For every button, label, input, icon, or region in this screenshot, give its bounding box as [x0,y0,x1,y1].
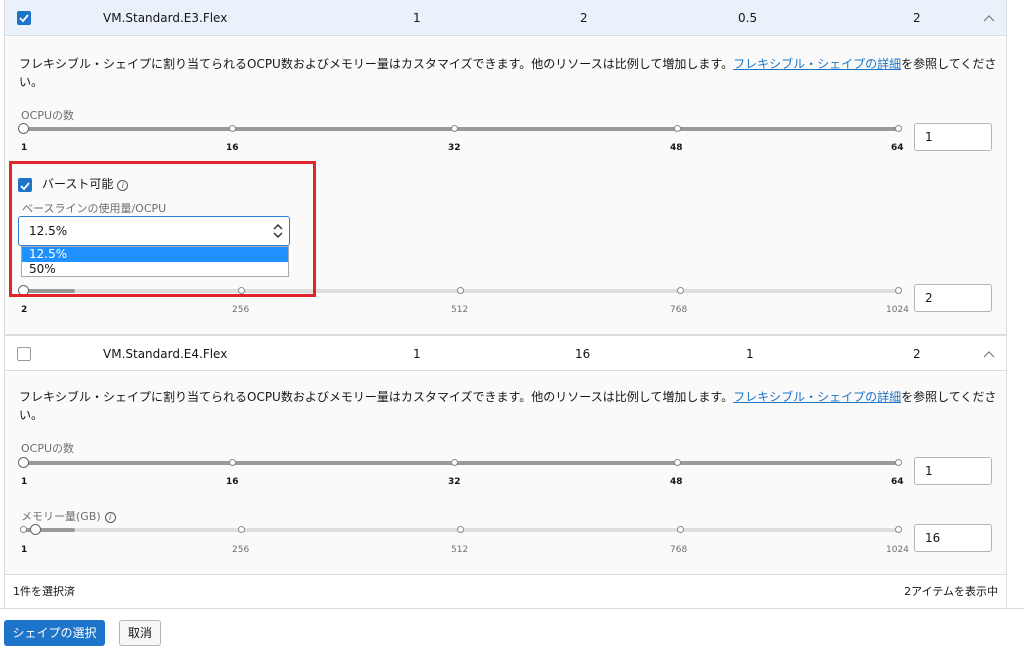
table-row-e3[interactable]: VM.Standard.E3.Flex 1 2 0.5 2 [5,0,1006,36]
tick-label: 32 [448,143,461,153]
tick-label: 768 [670,305,688,315]
tick-label: 256 [232,545,250,555]
ocpu-slider-handle[interactable] [18,457,29,468]
ocpu-slider[interactable] [18,457,902,468]
shape-name: VM.Standard.E4.Flex [103,347,228,361]
tick-label: 16 [226,477,239,487]
shape-ocpu: 1 [413,11,421,25]
shape-description: フレキシブル・シェイプに割り当てられるOCPU数およびメモリー量はカスタマイズで… [19,390,997,422]
check-icon [19,14,29,23]
shape-detail-e4: フレキシブル・シェイプに割り当てられるOCPU数およびメモリー量はカスタマイズで… [5,372,1006,575]
ocpu-input[interactable]: 1 [914,457,992,485]
tick-label: 64 [891,143,904,153]
tick-label: 1 [21,143,28,153]
chevron-up-icon[interactable] [982,336,996,372]
ocpu-label: OCPUの数 [21,442,75,455]
ocpu-input[interactable]: 1 [914,123,992,151]
flex-shape-link[interactable]: フレキシブル・シェイプの詳細 [733,390,901,404]
table-footer: 1件を選択済 2アイテムを表示中 [5,575,1006,608]
tick-label: 32 [448,477,461,487]
items-shown: 2アイテムを表示中 [904,585,998,598]
memory-slider-handle[interactable] [30,524,41,535]
tick-label: 2 [21,305,28,315]
highlight-box [9,161,316,297]
cancel-button[interactable]: 取消 [119,620,161,646]
memory-input[interactable]: 16 [914,524,992,552]
row-checkbox-e3[interactable] [17,11,31,25]
tick-label: 768 [670,545,688,555]
shape-memory: 16 [575,347,591,361]
tick-label: 48 [670,477,683,487]
tick-label: 512 [451,545,469,555]
shape-network: 1 [746,347,754,361]
shape-memory: 2 [580,11,588,25]
memory-slider[interactable] [20,524,902,535]
selected-count: 1件を選択済 [13,585,75,598]
tick-label: 1024 [886,545,909,555]
tick-label: 64 [891,477,904,487]
shape-table: VM.Standard.E3.Flex 1 2 0.5 2 フレキシブル・シェイ… [4,0,1007,608]
shape-ocpu: 1 [413,347,421,361]
ocpu-label: OCPUの数 [21,109,75,122]
chevron-up-icon[interactable] [982,0,996,36]
shape-description: フレキシブル・シェイプに割り当てられるOCPU数およびメモリー量はカスタマイズで… [19,57,997,89]
table-row-e4[interactable]: VM.Standard.E4.Flex 1 16 1 2 [5,335,1006,371]
info-icon[interactable]: i [104,512,116,523]
ocpu-slider[interactable] [18,123,902,134]
flex-shape-link[interactable]: フレキシブル・シェイプの詳細 [733,57,901,71]
memory-label: メモリー量(GB) i [21,508,116,524]
row-checkbox-e4[interactable] [17,347,31,361]
tick-label: 512 [451,305,469,315]
tick-label: 256 [232,305,250,315]
tick-label: 16 [226,143,239,153]
tick-label: 1024 [886,305,909,315]
ocpu-slider-handle[interactable] [18,123,29,134]
shape-name: VM.Standard.E3.Flex [103,11,228,25]
tick-label: 1 [21,545,28,555]
shape-vnics: 2 [913,11,921,25]
tick-label: 48 [670,143,683,153]
memory-input[interactable]: 2 [914,284,992,312]
shape-network: 0.5 [738,11,758,25]
shape-vnics: 2 [913,347,921,361]
tick-label: 1 [21,477,28,487]
select-shape-button[interactable]: シェイプの選択 [4,620,105,646]
